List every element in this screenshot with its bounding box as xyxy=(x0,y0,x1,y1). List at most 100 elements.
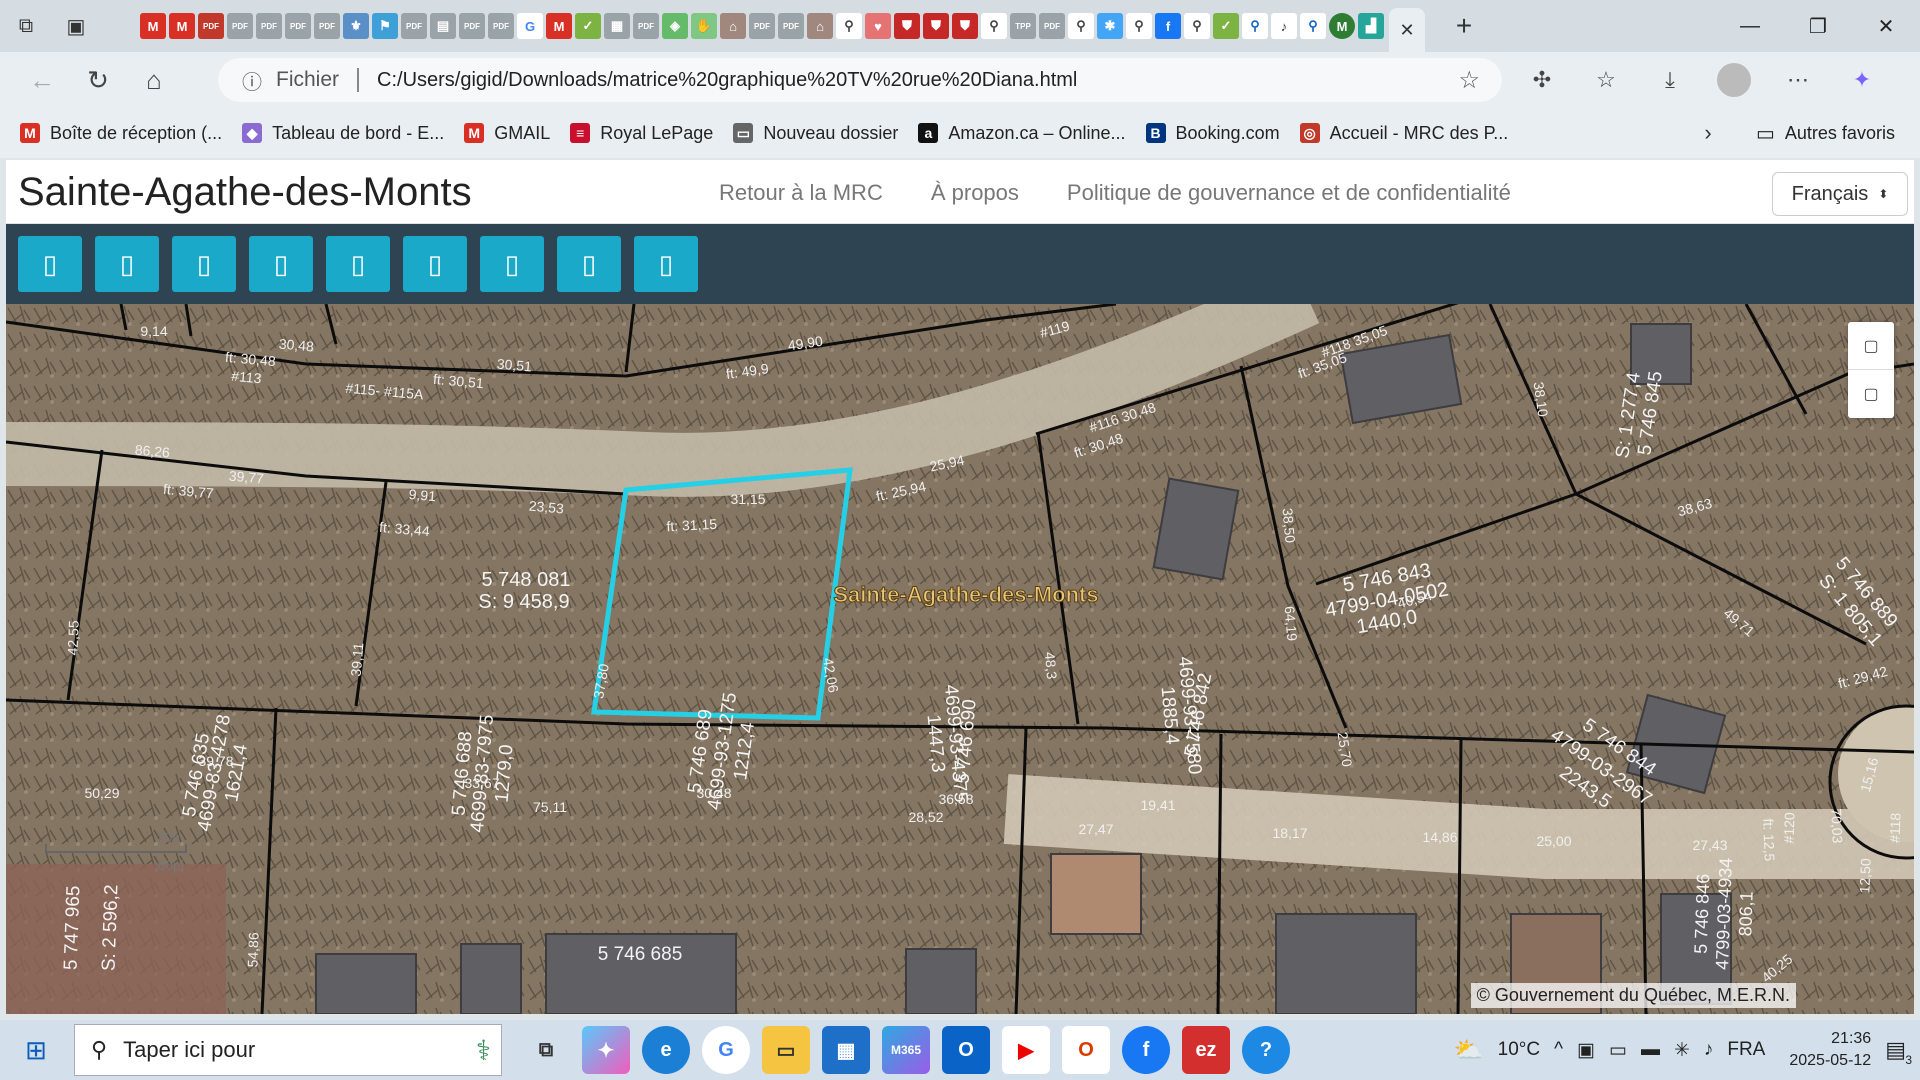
m365-icon[interactable]: M365 xyxy=(882,1026,930,1074)
nav-link-a-propos[interactable]: À propos xyxy=(931,180,1019,206)
camera-icon[interactable]: ▣ xyxy=(1577,1039,1595,1062)
copilot-icon[interactable]: ✦ xyxy=(1836,58,1888,102)
tab-tpp-icon[interactable]: TPP xyxy=(1010,13,1036,39)
tab-pdf-icon[interactable]: PDF xyxy=(459,13,485,39)
edge-icon[interactable]: e xyxy=(642,1026,690,1074)
tab-fleur-icon[interactable]: ⚜ xyxy=(343,13,369,39)
map-tool-button[interactable]: ▯ xyxy=(172,236,236,292)
tab-google-icon[interactable]: G xyxy=(517,13,543,39)
map-tool-button[interactable]: ▯ xyxy=(557,236,621,292)
display-icon[interactable]: ▭ xyxy=(1609,1039,1627,1062)
tab-gmail-icon[interactable]: M xyxy=(169,13,195,39)
tab-speaker-icon[interactable]: ♪ xyxy=(1271,13,1297,39)
map-tool-button[interactable]: ▯ xyxy=(95,236,159,292)
tab-house-icon[interactable]: ⌂ xyxy=(807,13,833,39)
home-button[interactable]: ⌂ xyxy=(126,52,182,108)
profile-avatar[interactable] xyxy=(1708,58,1760,102)
office-icon[interactable]: O xyxy=(1062,1026,1110,1074)
input-language[interactable]: FRA xyxy=(1727,1039,1765,1061)
facebook-icon[interactable]: f xyxy=(1122,1026,1170,1074)
tab-pdf-icon[interactable]: PDF xyxy=(198,13,224,39)
tab-gmail-icon[interactable]: M xyxy=(546,13,572,39)
downloads-icon[interactable]: ⤓ xyxy=(1644,58,1696,102)
bookmark-item[interactable]: ◎ Accueil - MRC des P... xyxy=(1299,123,1508,144)
cadastral-map[interactable]: 5 748 081S: 9 458,95 746 6354699-83-4278… xyxy=(6,304,1914,1014)
tab-search-icon[interactable]: ⚲ xyxy=(836,13,862,39)
tab-leaf-icon[interactable]: ✓ xyxy=(575,13,601,39)
copilot-app-icon[interactable]: ✦ xyxy=(582,1026,630,1074)
url-text[interactable]: C:/Users/gigid/Downloads/matrice%20graph… xyxy=(377,69,1077,92)
active-tab-close-icon[interactable]: ✕ xyxy=(1389,8,1425,52)
help-icon[interactable]: ? xyxy=(1242,1026,1290,1074)
tab-grid-icon[interactable]: ▦ xyxy=(604,13,630,39)
network-icon[interactable]: ✳ xyxy=(1674,1039,1690,1062)
weather-temp[interactable]: 10°C xyxy=(1498,1039,1540,1061)
tab-facebook-icon[interactable]: f xyxy=(1155,13,1181,39)
more-options-icon[interactable]: ⋯ xyxy=(1772,58,1824,102)
bookmark-item[interactable]: M Boîte de réception (... xyxy=(20,123,222,144)
favorite-star-icon[interactable]: ☆ xyxy=(1458,66,1480,95)
bookmark-item[interactable]: ◆ Tableau de bord - E... xyxy=(242,123,444,144)
tab-house-icon[interactable]: ⌂ xyxy=(720,13,746,39)
refresh-button[interactable]: ↻ xyxy=(70,52,126,108)
tab-pdf-icon[interactable]: PDF xyxy=(401,13,427,39)
tab-search-icon[interactable]: ⚲ xyxy=(1184,13,1210,39)
tab-search-icon[interactable]: ⚲ xyxy=(1126,13,1152,39)
battery-icon[interactable]: ▬ xyxy=(1641,1039,1660,1061)
other-favorites[interactable]: ▭ Autres favoris xyxy=(1756,108,1895,158)
youtube-icon[interactable]: ▶ xyxy=(1002,1026,1050,1074)
taskbar-search[interactable]: ⚲ Taper ici pour ⚕ xyxy=(74,1024,502,1076)
new-tab-button[interactable]: + xyxy=(1442,4,1486,48)
tab-pdf-icon[interactable]: PDF xyxy=(633,13,659,39)
weather-icon[interactable]: ⛅ xyxy=(1454,1036,1484,1065)
tab-pdf-icon[interactable]: PDF xyxy=(1039,13,1065,39)
zoom-in-button[interactable]: ▢ xyxy=(1848,322,1894,370)
windows-start-icon[interactable]: ⊞ xyxy=(0,1020,72,1080)
tab-star-icon[interactable]: ✱ xyxy=(1097,13,1123,39)
minimize-icon[interactable]: — xyxy=(1716,0,1784,52)
tab-chart-icon[interactable]: ▟ xyxy=(1358,13,1384,39)
tab-search-icon[interactable]: ⚲ xyxy=(981,13,1007,39)
map-tool-button[interactable]: ▯ xyxy=(18,236,82,292)
nav-link-politique[interactable]: Politique de gouvernance et de confident… xyxy=(1067,180,1511,206)
tab-gmail-icon[interactable]: M xyxy=(140,13,166,39)
tab-pdf-icon[interactable]: PDF xyxy=(256,13,282,39)
restore-icon[interactable]: ❐ xyxy=(1784,0,1852,52)
tab-pdf-icon[interactable]: PDF xyxy=(285,13,311,39)
favorites-icon[interactable]: ☆ xyxy=(1580,58,1632,102)
tab-leaf-icon[interactable]: ✓ xyxy=(1213,13,1239,39)
bookmark-item[interactable]: a Amazon.ca – Online... xyxy=(918,123,1126,144)
map-tool-button[interactable]: ▯ xyxy=(249,236,313,292)
tab-maps-icon[interactable]: ◈ xyxy=(662,13,688,39)
tab-shield-icon[interactable]: ⛊ xyxy=(923,13,949,39)
address-bar[interactable]: ⓘ Fichier C:/Users/gigid/Downloads/matri… xyxy=(218,58,1502,102)
clock[interactable]: 21:36 2025-05-12 xyxy=(1789,1028,1871,1072)
task-view-icon[interactable]: ⧉ xyxy=(522,1026,570,1074)
tab-pdf-icon[interactable]: PDF xyxy=(778,13,804,39)
map-tool-button[interactable]: ▯ xyxy=(326,236,390,292)
tab-map-icon[interactable]: ⚑ xyxy=(372,13,398,39)
tray-chevron-icon[interactable]: ^ xyxy=(1554,1039,1563,1061)
language-select[interactable]: Français ⬍ xyxy=(1772,172,1908,216)
extensions-icon[interactable]: ✣ xyxy=(1516,58,1568,102)
tab-search-icon[interactable]: ⚲ xyxy=(1300,13,1326,39)
bookmark-item[interactable]: B Booking.com xyxy=(1145,123,1280,144)
map-tool-button[interactable]: ▯ xyxy=(403,236,467,292)
tab-shield-icon[interactable]: ⛊ xyxy=(894,13,920,39)
tab-hand-icon[interactable]: ✋ xyxy=(691,13,717,39)
outlook-icon[interactable]: O xyxy=(942,1026,990,1074)
nav-link-retour-mrc[interactable]: Retour à la MRC xyxy=(719,180,883,206)
store-icon[interactable]: ▦ xyxy=(822,1026,870,1074)
tab-search-icon[interactable]: ⚲ xyxy=(1242,13,1268,39)
tab-actions-icon[interactable]: ▣ xyxy=(52,0,100,52)
close-window-icon[interactable]: ✕ xyxy=(1852,0,1920,52)
volume-icon[interactable]: ♪ xyxy=(1704,1039,1714,1061)
ez-icon[interactable]: ez xyxy=(1182,1026,1230,1074)
workspaces-icon[interactable]: ⧉ xyxy=(0,0,52,52)
tab-pdf-icon[interactable]: PDF xyxy=(314,13,340,39)
site-info-icon[interactable]: ⓘ xyxy=(242,66,262,95)
bookmark-item[interactable]: ▭ Nouveau dossier xyxy=(733,123,898,144)
map-tool-button[interactable]: ▯ xyxy=(634,236,698,292)
tab-heart-icon[interactable]: ♥ xyxy=(865,13,891,39)
bookmarks-more-chevron-icon[interactable]: › xyxy=(1688,108,1728,158)
